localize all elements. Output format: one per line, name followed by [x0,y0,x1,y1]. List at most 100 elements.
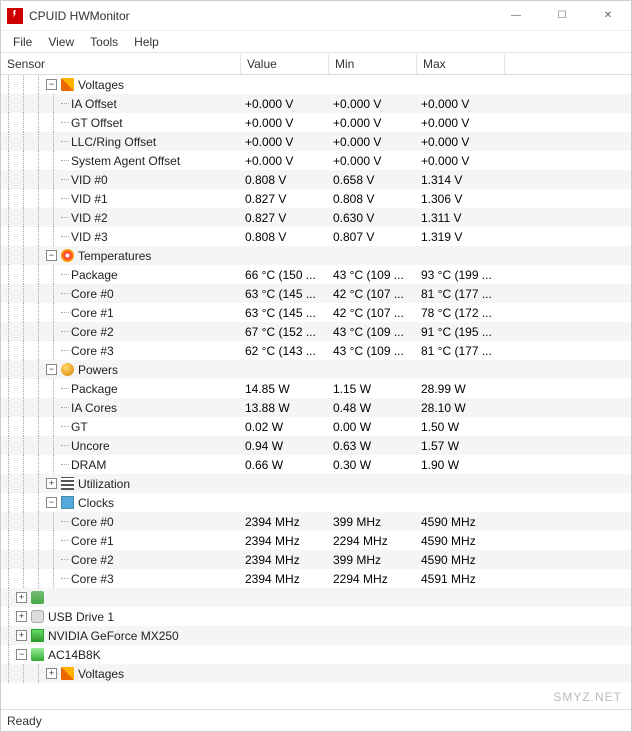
menu-help[interactable]: Help [126,33,167,51]
row-max: 93 °C (199 ... [417,268,505,282]
window-title: CPUID HWMonitor [29,9,493,23]
row-label: Core #1 [71,306,114,320]
temperature-row[interactable]: Core #267 °C (152 ...43 °C (109 ...91 °C… [1,322,631,341]
minimize-button[interactable]: — [493,1,539,31]
header-min[interactable]: Min [329,54,417,74]
row-min: 399 MHz [329,553,417,567]
group-utilization[interactable]: + Utilization [1,474,631,493]
toggle-icon[interactable]: + [16,592,27,603]
header-sensor[interactable]: Sensor [1,54,241,74]
row-max: 4590 MHz [417,553,505,567]
toggle-icon[interactable]: − [46,364,57,375]
toggle-icon[interactable]: − [16,649,27,660]
voltage-row[interactable]: LLC/Ring Offset+0.000 V+0.000 V+0.000 V [1,132,631,151]
row-value: 0.02 W [241,420,329,434]
group-voltages-battery[interactable]: + Voltages [1,664,631,683]
row-label: GT Offset [71,116,123,130]
row-value: 0.94 W [241,439,329,453]
row-label: Voltages [78,78,124,92]
row-value: 2394 MHz [241,553,329,567]
voltage-row[interactable]: VID #10.827 V0.808 V1.306 V [1,189,631,208]
row-max: +0.000 V [417,135,505,149]
row-label: Voltages [78,667,124,681]
close-button[interactable]: ✕ [585,1,631,31]
row-max: 4591 MHz [417,572,505,586]
voltage-row[interactable]: GT Offset+0.000 V+0.000 V+0.000 V [1,113,631,132]
device-battery[interactable]: −AC14B8K [1,645,631,664]
row-label: NVIDIA GeForce MX250 [48,629,179,643]
clock-row[interactable]: Core #22394 MHz399 MHz4590 MHz [1,550,631,569]
row-label: USB Drive 1 [48,610,114,624]
row-value: 2394 MHz [241,515,329,529]
row-value: 13.88 W [241,401,329,415]
row-max: 28.10 W [417,401,505,415]
menu-view[interactable]: View [40,33,82,51]
row-label: Utilization [78,477,130,491]
menu-tools[interactable]: Tools [82,33,126,51]
row-min: 1.15 W [329,382,417,396]
row-label: Powers [78,363,118,377]
row-max: 1.57 W [417,439,505,453]
toggle-icon[interactable]: − [46,497,57,508]
power-row[interactable]: DRAM0.66 W0.30 W1.90 W [1,455,631,474]
power-row[interactable]: IA Cores13.88 W0.48 W28.10 W [1,398,631,417]
app-icon [7,8,23,24]
header-value[interactable]: Value [241,54,329,74]
voltage-row[interactable]: System Agent Offset+0.000 V+0.000 V+0.00… [1,151,631,170]
row-min: +0.000 V [329,97,417,111]
row-min: 42 °C (107 ... [329,306,417,320]
row-min: +0.000 V [329,154,417,168]
row-value: +0.000 V [241,97,329,111]
header-max[interactable]: Max [417,54,505,74]
power-row[interactable]: GT0.02 W0.00 W1.50 W [1,417,631,436]
row-min: 0.63 W [329,439,417,453]
row-value: 0.66 W [241,458,329,472]
maximize-button[interactable]: ☐ [539,1,585,31]
voltage-row[interactable]: IA Offset+0.000 V+0.000 V+0.000 V [1,94,631,113]
device-gpu[interactable]: + NVIDIA GeForce MX250 [1,626,631,645]
clock-row[interactable]: Core #12394 MHz2294 MHz4590 MHz [1,531,631,550]
row-label: IA Cores [71,401,117,415]
row-max: +0.000 V [417,154,505,168]
row-label: Uncore [71,439,110,453]
power-row[interactable]: Uncore 0.94 W0.63 W1.57 W [1,436,631,455]
row-value: 0.808 V [241,230,329,244]
row-min: 0.630 V [329,211,417,225]
temperature-row[interactable]: Core #063 °C (145 ...42 °C (107 ...81 °C… [1,284,631,303]
sensor-tree[interactable]: − Voltages IA Offset+0.000 V+0.000 V+0.000… [1,75,631,709]
group-clocks[interactable]: −Clocks [1,493,631,512]
row-value: 0.827 V [241,192,329,206]
clock-row[interactable]: Core #02394 MHz399 MHz4590 MHz [1,512,631,531]
clock-row[interactable]: Core #32394 MHz2294 MHz4591 MHz [1,569,631,588]
toggle-icon[interactable]: + [16,611,27,622]
row-label: Core #2 [71,325,114,339]
temperature-row[interactable]: Package66 °C (150 ...43 °C (109 ...93 °C… [1,265,631,284]
group-temperatures[interactable]: −Temperatures [1,246,631,265]
row-label: System Agent Offset [71,154,180,168]
toggle-icon[interactable]: + [16,630,27,641]
voltage-row[interactable]: VID #30.808 V0.807 V1.319 V [1,227,631,246]
toggle-icon[interactable]: − [46,250,57,261]
row-max: 1.311 V [417,211,505,225]
row-max: +0.000 V [417,97,505,111]
temperature-row[interactable]: Core #163 °C (145 ...42 °C (107 ...78 °C… [1,303,631,322]
row-value: 62 °C (143 ... [241,344,329,358]
device-unknown[interactable]: + [1,588,631,607]
toggle-icon[interactable]: − [46,79,57,90]
menu-file[interactable]: File [5,33,40,51]
voltage-row[interactable]: VID #20.827 V0.630 V1.311 V [1,208,631,227]
device-usb[interactable]: + USB Drive 1 [1,607,631,626]
bat-icon [31,648,44,661]
row-value: +0.000 V [241,116,329,130]
row-min: 2294 MHz [329,534,417,548]
row-label: Core #3 [71,572,114,586]
voltage-row[interactable]: VID #00.808 V0.658 V1.314 V [1,170,631,189]
toggle-icon[interactable]: + [46,478,57,489]
row-min: +0.000 V [329,116,417,130]
group-voltages[interactable]: − Voltages [1,75,631,94]
power-row[interactable]: Package14.85 W1.15 W28.99 W [1,379,631,398]
row-label: Package [71,268,118,282]
toggle-icon[interactable]: + [46,668,57,679]
temperature-row[interactable]: Core #362 °C (143 ...43 °C (109 ...81 °C… [1,341,631,360]
group-powers[interactable]: − Powers [1,360,631,379]
